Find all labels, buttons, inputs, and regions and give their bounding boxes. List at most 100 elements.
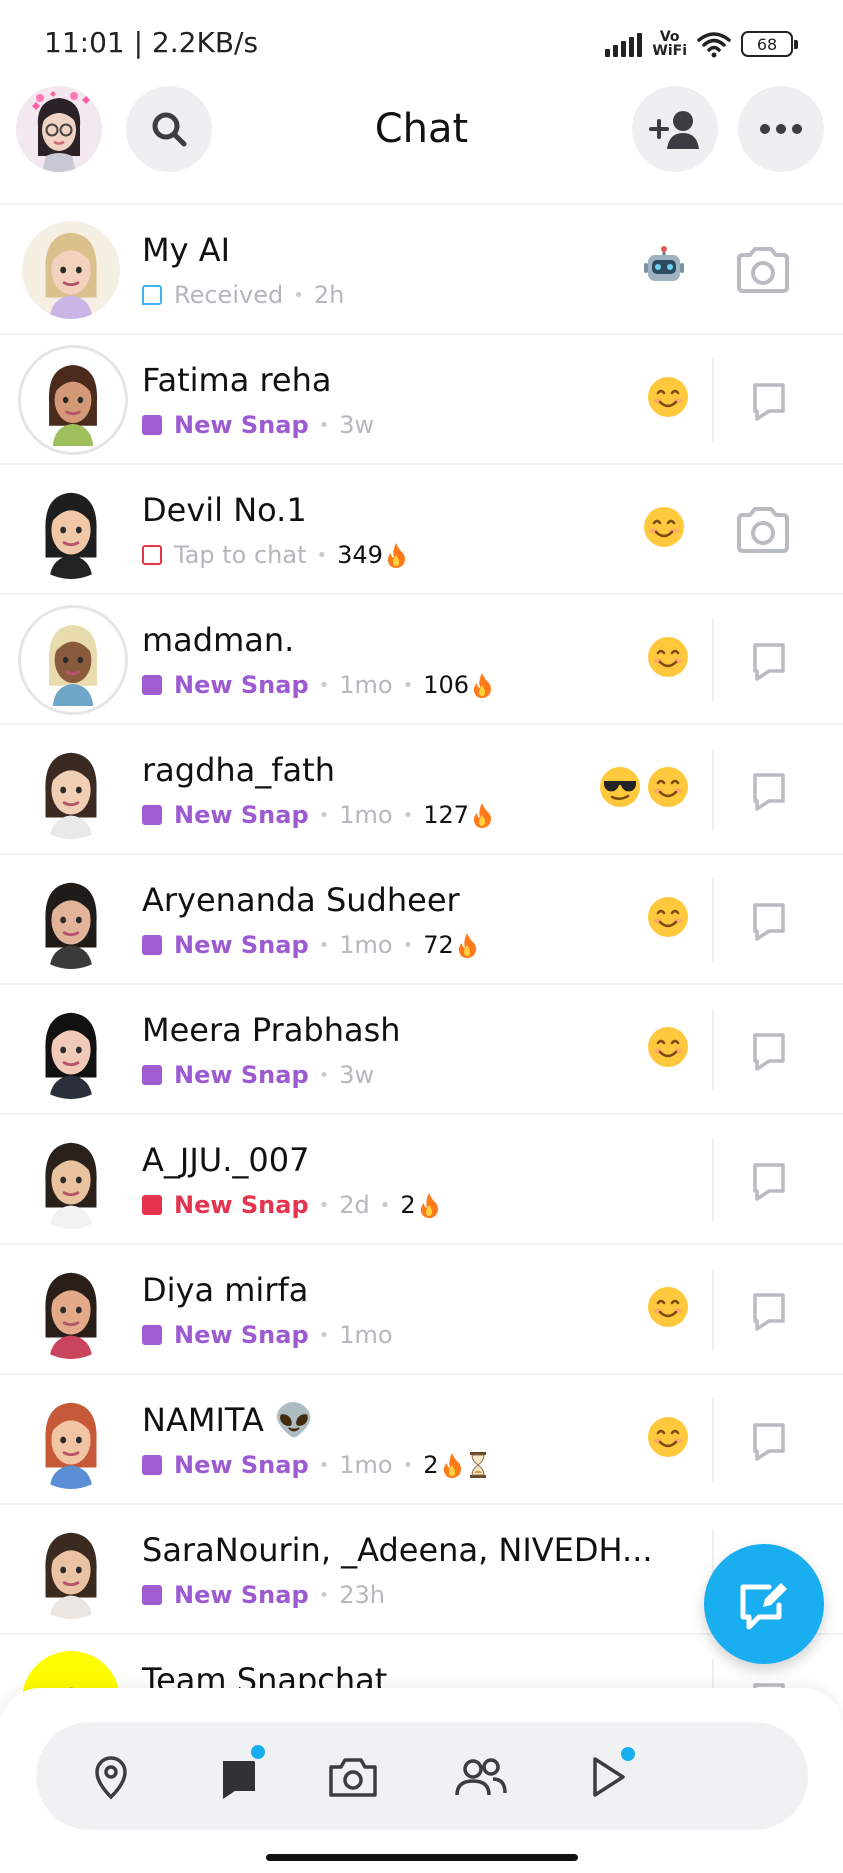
friend-avatar[interactable] <box>22 871 120 969</box>
friend-avatar[interactable] <box>22 481 120 579</box>
chat-row[interactable]: ragdha_fath New Snap • 1mo • 127 <box>0 723 843 853</box>
open-chat-button[interactable] <box>740 1411 798 1469</box>
friend-avatar[interactable] <box>18 605 128 715</box>
status-time: 11:01 | 2.2KB/s <box>44 26 259 59</box>
nav-bar <box>36 1722 808 1830</box>
open-chat-button[interactable] <box>740 761 798 819</box>
nav-chat[interactable] <box>204 1742 274 1812</box>
streak-fire-icon <box>420 1193 438 1218</box>
chat-status: Received <box>174 281 284 309</box>
chat-row[interactable]: A_JJU._007 New Snap • 2d • 2 <box>0 1113 843 1243</box>
more-icon <box>760 124 802 134</box>
signal-icon <box>605 31 643 57</box>
friend-name: ragdha_fath <box>142 751 335 789</box>
chat-status: New Snap <box>174 1581 309 1609</box>
open-chat-button[interactable] <box>740 1021 798 1079</box>
friend-name: SaraNourin, _Adeena, NIVEDH... <box>142 1531 653 1569</box>
friend-name: Fatima reha <box>142 361 332 399</box>
chat-row[interactable]: Devil No.1 Tap to chat • 349 <box>0 463 843 593</box>
separator-dot: • <box>318 1194 330 1216</box>
nav-map[interactable] <box>76 1742 146 1812</box>
home-indicator <box>266 1854 578 1861</box>
snap-streak: 2 <box>423 1451 486 1479</box>
smile-emoji-icon <box>648 1417 688 1457</box>
chat-row[interactable]: madman. New Snap • 1mo • 106 <box>0 593 843 723</box>
chat-bubble-icon <box>753 1423 785 1461</box>
add-friend-icon <box>649 111 699 149</box>
chat-row[interactable]: Meera Prabhash New Snap • 3w <box>0 983 843 1113</box>
open-chat-button[interactable] <box>740 1281 798 1339</box>
friend-avatar[interactable] <box>22 1131 120 1229</box>
chat-subtitle: New Snap • 1mo • 106 <box>142 671 493 699</box>
send-snap-button[interactable] <box>734 241 792 299</box>
open-chat-button[interactable] <box>740 371 798 429</box>
hourglass-icon <box>469 1452 486 1478</box>
friend-name: madman. <box>142 621 295 659</box>
nav-camera[interactable] <box>318 1742 388 1812</box>
separator-dot: • <box>316 544 328 566</box>
friend-emojis <box>646 1415 690 1459</box>
streak-count: 2 <box>400 1191 416 1219</box>
streak-fire-icon <box>473 673 492 698</box>
nav-spotlight[interactable] <box>572 1742 642 1812</box>
friend-avatar[interactable] <box>22 1391 120 1489</box>
separator-dot: • <box>318 934 330 956</box>
friend-avatar[interactable] <box>18 345 128 455</box>
separator-dot: • <box>318 1454 330 1476</box>
more-button[interactable] <box>738 86 824 172</box>
streak-count: 106 <box>423 671 470 699</box>
chat-subtitle: New Snap • 2d • 2 <box>142 1191 440 1219</box>
chat-bubble-icon <box>753 1033 785 1071</box>
chat-subtitle: New Snap • 23h <box>142 1581 385 1609</box>
separator-dot: • <box>402 674 414 696</box>
row-divider <box>712 1269 714 1351</box>
separator-dot: • <box>293 284 304 306</box>
chat-row[interactable]: Diya mirfa New Snap • 1mo <box>0 1243 843 1373</box>
chat-row[interactable]: NAMITA 👽 New Snap • 1mo • 2 <box>0 1373 843 1503</box>
open-chat-button[interactable] <box>740 631 798 689</box>
chat-row[interactable]: Fatima reha New Snap • 3w <box>0 333 843 463</box>
status-indicator-icon <box>142 545 162 565</box>
chat-bubble-icon <box>753 383 785 421</box>
chat-time: 3w <box>339 1061 375 1089</box>
row-divider <box>712 619 714 701</box>
friend-avatar[interactable] <box>22 1261 120 1359</box>
separator-dot: • <box>318 1324 330 1346</box>
new-chat-button[interactable] <box>704 1544 824 1664</box>
status-indicator-icon <box>142 675 162 695</box>
streak-count: 349 <box>337 541 383 569</box>
friend-avatar[interactable] <box>22 1001 120 1099</box>
chat-status: New Snap <box>174 1321 309 1349</box>
add-friend-button[interactable] <box>632 86 718 172</box>
friend-name: Meera Prabhash <box>142 1011 401 1049</box>
smile-emoji-icon <box>648 767 688 807</box>
chat-status: Tap to chat <box>174 541 307 569</box>
chat-subtitle: New Snap • 3w <box>142 1061 374 1089</box>
open-chat-button[interactable] <box>740 1151 798 1209</box>
row-divider <box>712 1009 714 1091</box>
friend-emojis <box>642 245 686 289</box>
snap-streak: 349 <box>337 541 407 569</box>
open-chat-button[interactable] <box>740 891 798 949</box>
chat-row[interactable]: My AI Received • 2h <box>0 203 843 333</box>
robot-emoji-icon <box>644 246 684 281</box>
camera-icon <box>329 1758 377 1797</box>
chat-time: 1mo <box>339 671 393 699</box>
friend-name: My AI <box>142 231 231 269</box>
friend-name: Diya mirfa <box>142 1271 309 1309</box>
smile-emoji-icon <box>648 1287 688 1327</box>
chat-status: New Snap <box>174 1191 309 1219</box>
friend-avatar[interactable] <box>22 1521 120 1619</box>
smile-emoji-icon <box>644 507 684 547</box>
chat-bubble-icon <box>753 1293 785 1331</box>
friend-avatar[interactable] <box>22 741 120 839</box>
friend-name: NAMITA 👽 <box>142 1401 314 1439</box>
send-snap-button[interactable] <box>734 501 792 559</box>
nav-stories[interactable] <box>446 1742 516 1812</box>
friend-avatar[interactable] <box>22 221 120 319</box>
chat-row[interactable]: Aryenanda Sudheer New Snap • 1mo • 72 <box>0 853 843 983</box>
separator-dot: • <box>318 1584 330 1606</box>
separator-dot: • <box>379 1194 391 1216</box>
status-indicator-icon <box>142 805 162 825</box>
spotlight-notification-badge <box>618 1744 638 1764</box>
